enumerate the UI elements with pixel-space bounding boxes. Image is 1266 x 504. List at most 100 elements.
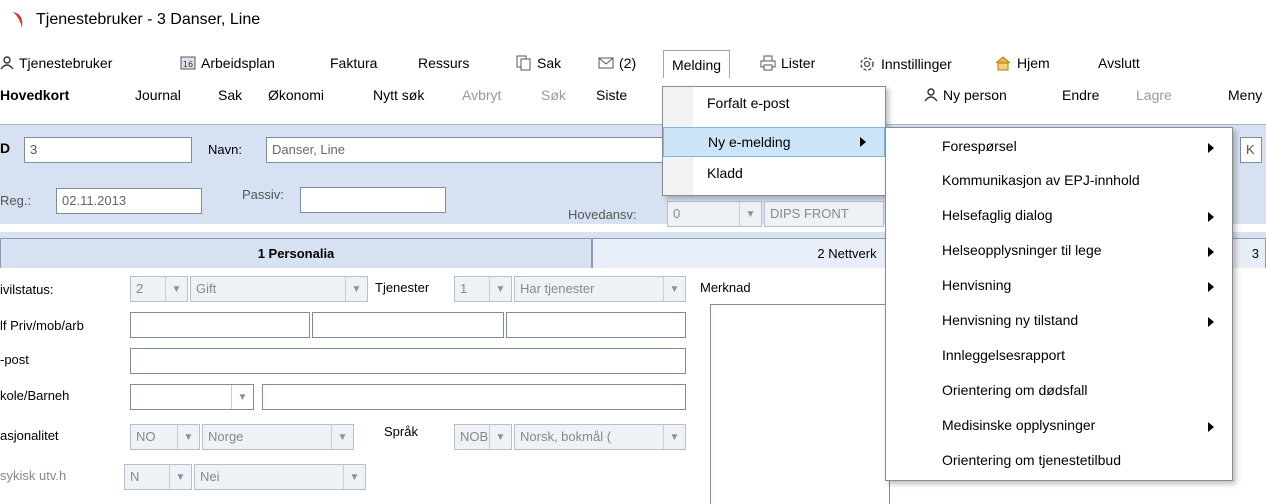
window-title: Tjenestebruker - 3 Danser, Line: [36, 11, 261, 28]
psykisk-code-select[interactable]: N ▼: [124, 464, 192, 490]
menu-hjem[interactable]: Hjem: [994, 55, 1050, 71]
nasjonalitet-select[interactable]: Norge ▼: [202, 424, 354, 450]
passiv-label: Passiv:: [242, 187, 284, 202]
calendar-icon: 16: [180, 56, 196, 70]
action-toolbar: Hovedkort Journal Sak Økonomi Nytt søk A…: [0, 78, 1266, 112]
toolbar-endre[interactable]: Endre: [1062, 87, 1099, 103]
tlf-arb-field[interactable]: [506, 312, 686, 338]
submenu-item-henvisning-ny-tilstand[interactable]: Henvisning ny tilstand: [886, 304, 1232, 338]
tlf-mob-field[interactable]: [312, 312, 504, 338]
menu-arbeidsplan[interactable]: 16 Arbeidsplan: [180, 55, 275, 71]
menu-ressurs[interactable]: Ressurs: [418, 55, 469, 71]
toolbar-lagre[interactable]: Lagre: [1136, 87, 1172, 103]
select-value: NOB: [460, 429, 489, 444]
merknad-textarea[interactable]: [710, 304, 890, 504]
epost-field[interactable]: [130, 348, 686, 374]
submenu-item-orientering-tjenestetilbud[interactable]: Orientering om tjenestetilbud: [886, 444, 1232, 478]
svg-text:16: 16: [183, 60, 193, 69]
chevron-down-icon: ▼: [739, 202, 761, 226]
skole-select[interactable]: ▼: [130, 384, 254, 410]
submenu-item-helsefaglig-dialog[interactable]: Helsefaglig dialog: [886, 199, 1232, 233]
submenu-item-innleggelsesrapport[interactable]: Innleggelsesrapport: [886, 339, 1232, 373]
submenu-arrow-icon: [1208, 282, 1214, 292]
menu-innstillinger[interactable]: Innstillinger: [858, 55, 952, 73]
chevron-down-icon: ▼: [331, 425, 353, 449]
tjenester-code-select[interactable]: 1 ▼: [454, 276, 512, 302]
select-value: Gift: [196, 281, 217, 296]
toolbar-hovedkort[interactable]: Hovedkort: [0, 87, 69, 103]
submenu-item-medisinske-opplysninger[interactable]: Medisinske opplysninger: [886, 409, 1232, 443]
menu-item-label: Kommunikasjon av EPJ-innhold: [942, 172, 1140, 188]
name-field[interactable]: Danser, Line: [266, 137, 666, 163]
menu-item-label: Helseopplysninger til lege: [942, 242, 1102, 258]
sprak-select[interactable]: Norsk, bokmål (▼: [514, 424, 686, 450]
toolbar-nytt-sok[interactable]: Nytt søk: [373, 87, 424, 103]
submenu-arrow-icon: [1208, 247, 1214, 257]
menu-sak[interactable]: Sak: [516, 55, 561, 71]
submenu-item-orientering-dodsfall[interactable]: Orientering om dødsfall: [886, 374, 1232, 408]
toolbar-avbryt[interactable]: Avbryt: [462, 87, 501, 103]
menu-item-label: Henvisning ny tilstand: [942, 312, 1079, 328]
menu-label: Innstillinger: [881, 56, 952, 72]
menu-item-forfalt-epost[interactable]: Forfalt e-post: [663, 89, 885, 119]
skole-field[interactable]: [262, 384, 686, 410]
select-value: 2: [136, 281, 144, 296]
mail-icon: [598, 57, 614, 69]
tjenester-select[interactable]: Har tjenester ▼: [514, 276, 686, 302]
menu-avslutt[interactable]: Avslutt: [1098, 55, 1140, 71]
submenu-arrow-icon: [1208, 143, 1214, 153]
toolbar-sak[interactable]: Sak: [218, 87, 242, 103]
menu-item-kladd[interactable]: Kladd: [663, 159, 885, 189]
select-value: Norsk, bokmål (: [520, 429, 612, 444]
menu-messages[interactable]: (2): [598, 55, 636, 71]
select-value: 0: [673, 206, 681, 221]
id-label: D: [0, 140, 11, 156]
menu-item-label: Forespørsel: [942, 138, 1017, 154]
hovedansv-select[interactable]: DIPS FRONT: [764, 201, 884, 227]
tlf-label: lf Priv/mob/arb: [0, 318, 84, 333]
menu-label: Arbeidsplan: [201, 55, 275, 71]
window-titlebar: Tjenestebruker - 3 Danser, Line: [0, 0, 1266, 40]
sivilstatus-code-select[interactable]: 2 ▼: [130, 276, 188, 302]
submenu-arrow-icon: [1208, 422, 1214, 432]
submenu-item-henvisning[interactable]: Henvisning: [886, 269, 1232, 303]
tlf-priv-field[interactable]: [130, 312, 310, 338]
skole-label: kole/Barneh: [0, 388, 70, 403]
reg-date-field[interactable]: 02.11.2013: [56, 188, 202, 214]
hovedansv-code-select[interactable]: 0 ▼: [667, 201, 762, 227]
menu-lister[interactable]: Lister: [760, 55, 815, 71]
sivilstatus-select[interactable]: Gift ▼: [190, 276, 368, 302]
select-value: Nei: [200, 469, 220, 484]
submenu-arrow-icon: [1208, 212, 1214, 222]
menu-melding[interactable]: Melding: [663, 50, 731, 78]
select-value: Har tjenester: [520, 281, 595, 296]
tab-personalia[interactable]: 1 Personalia: [0, 238, 592, 268]
submenu-item-helseopplysninger-lege[interactable]: Helseopplysninger til lege: [886, 234, 1232, 268]
submenu-item-kommunikasjon-epj[interactable]: Kommunikasjon av EPJ-innhold: [886, 164, 1232, 198]
passiv-field[interactable]: [300, 187, 446, 213]
name-label: Navn:: [208, 142, 242, 157]
toolbar-ny-person[interactable]: Ny person: [924, 87, 1007, 103]
menu-tjenestebruker[interactable]: Tjenestebruker: [0, 55, 112, 71]
nasjonalitet-code-select[interactable]: NO ▼: [130, 424, 200, 450]
submenu-item-foresporsel[interactable]: Forespørsel: [886, 130, 1232, 164]
menu-label: Lister: [781, 55, 816, 71]
toolbar-sok[interactable]: Søk: [541, 87, 566, 103]
tjenester-label: Tjenester: [375, 280, 430, 295]
menu-faktura[interactable]: Faktura: [330, 55, 377, 71]
k-field[interactable]: K: [1240, 137, 1262, 163]
toolbar-okonomi[interactable]: Økonomi: [268, 87, 324, 103]
sprak-code-select[interactable]: NOB ▼: [454, 424, 512, 450]
menu-label: Sak: [537, 55, 562, 71]
psykisk-select[interactable]: Nei ▼: [194, 464, 366, 490]
menu-item-label: Medisinske opplysninger: [942, 417, 1096, 433]
person-icon: [0, 56, 14, 70]
chevron-down-icon: ▼: [231, 385, 253, 409]
toolbar-meny[interactable]: Meny: [1228, 87, 1262, 103]
toolbar-siste[interactable]: Siste: [596, 87, 627, 103]
menu-item-ny-emelding[interactable]: Ny e-melding: [663, 127, 885, 157]
toolbar-journal[interactable]: Journal: [135, 87, 181, 103]
id-field[interactable]: 3: [24, 137, 192, 163]
select-value: NO: [136, 429, 156, 444]
psykisk-label: sykisk utv.h: [0, 468, 67, 483]
